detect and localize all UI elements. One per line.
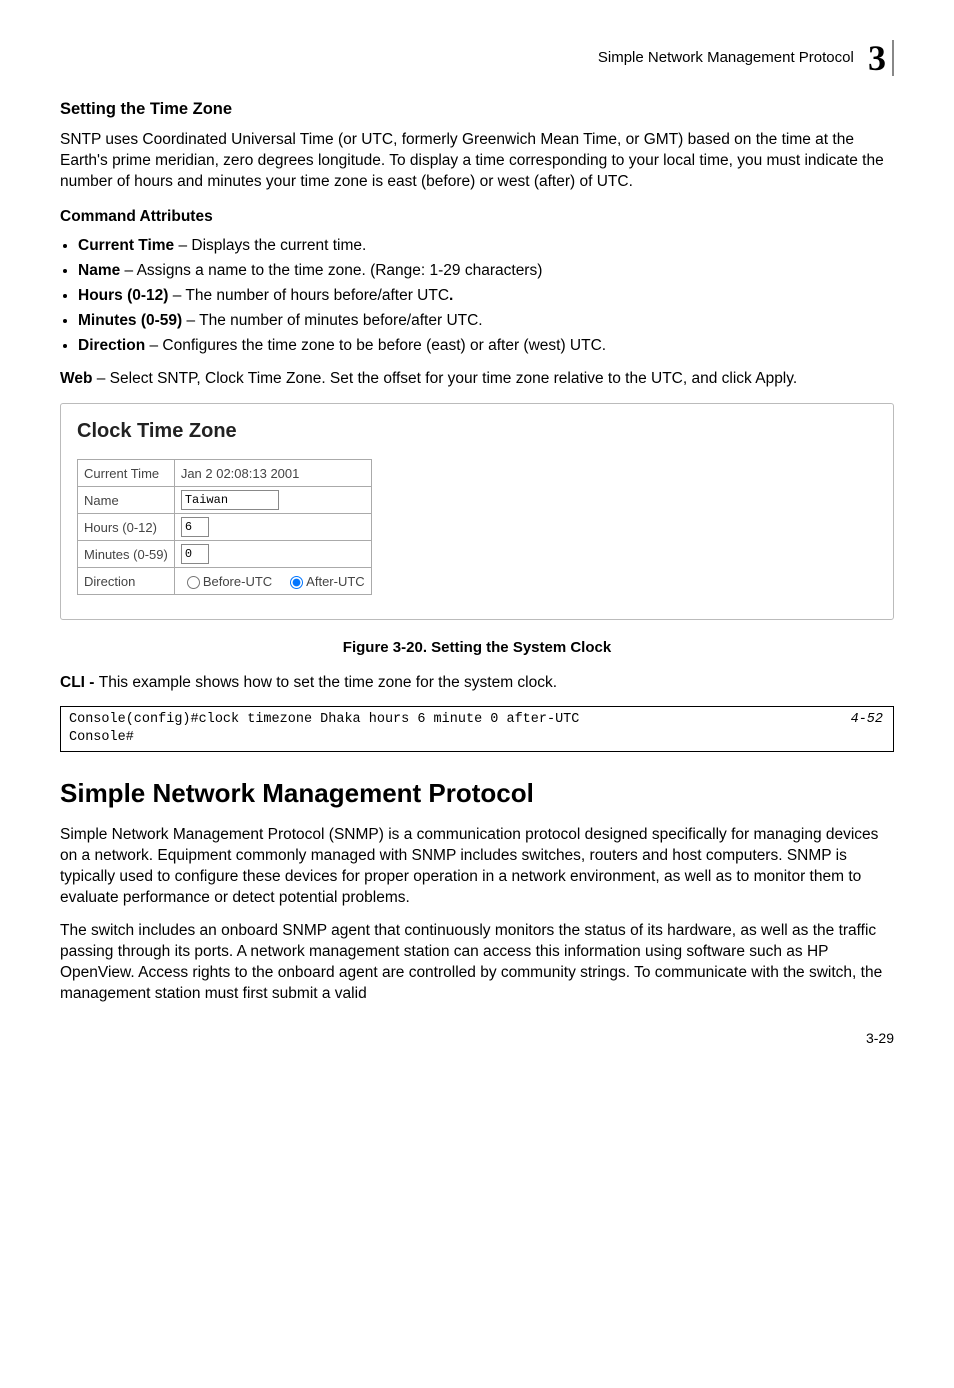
- hours-value-cell: [174, 514, 371, 541]
- name-label: Name: [78, 487, 175, 514]
- snmp-paragraph-1: Simple Network Management Protocol (SNMP…: [60, 825, 894, 909]
- snmp-paragraph-2: The switch includes an onboard SNMP agen…: [60, 921, 894, 1005]
- list-item: Minutes (0-59) – The number of minutes b…: [78, 311, 894, 332]
- attr-name: Current Time: [78, 237, 174, 254]
- list-item: Name – Assigns a name to the time zone. …: [78, 261, 894, 282]
- setting-time-zone-heading: Setting the Time Zone: [60, 98, 894, 120]
- current-time-label: Current Time: [78, 460, 175, 487]
- command-attributes-heading: Command Attributes: [60, 207, 894, 228]
- cli-instruction: CLI - This example shows how to set the …: [60, 673, 894, 694]
- attr-name: Hours (0-12): [78, 287, 168, 304]
- cli-prefix: CLI -: [60, 674, 99, 691]
- cli-text: This example shows how to set the time z…: [99, 674, 557, 691]
- table-row: Current Time Jan 2 02:08:13 2001: [78, 460, 372, 487]
- snmp-section-heading: Simple Network Management Protocol: [60, 776, 894, 811]
- hours-label: Hours (0-12): [78, 514, 175, 541]
- attr-desc: – Configures the time zone to be before …: [145, 337, 606, 354]
- after-utc-radio[interactable]: [290, 576, 303, 589]
- attr-name: Direction: [78, 337, 145, 354]
- chapter-number-badge: 3: [868, 40, 894, 76]
- attr-name: Name: [78, 262, 120, 279]
- minutes-input[interactable]: [181, 544, 209, 564]
- name-input[interactable]: [181, 490, 279, 510]
- code-line-2: Console#: [69, 730, 134, 745]
- direction-label: Direction: [78, 568, 175, 595]
- current-time-value: Jan 2 02:08:13 2001: [174, 460, 371, 487]
- intro-paragraph: SNTP uses Coordinated Universal Time (or…: [60, 130, 894, 193]
- figure-caption: Figure 3-20. Setting the System Clock: [60, 638, 894, 658]
- before-utc-cell: Before-UTC: [174, 568, 278, 595]
- clock-time-zone-panel: Clock Time Zone Current Time Jan 2 02:08…: [60, 403, 894, 620]
- list-item: Current Time – Displays the current time…: [78, 236, 894, 257]
- web-desc: – Select SNTP, Clock Time Zone. Set the …: [92, 370, 797, 387]
- attr-desc: – Displays the current time.: [174, 237, 366, 254]
- minutes-value-cell: [174, 541, 371, 568]
- after-utc-label: After-UTC: [306, 574, 365, 589]
- table-row: Direction Before-UTC After-UTC: [78, 568, 372, 595]
- page-number: 3-29: [60, 1029, 894, 1048]
- list-item: Direction – Configures the time zone to …: [78, 336, 894, 357]
- before-utc-label: Before-UTC: [203, 574, 272, 589]
- clock-form-table: Current Time Jan 2 02:08:13 2001 Name Ho…: [77, 459, 372, 595]
- table-row: Minutes (0-59): [78, 541, 372, 568]
- minutes-label: Minutes (0-59): [78, 541, 175, 568]
- page-header: Simple Network Management Protocol 3: [60, 40, 894, 76]
- attr-desc: – The number of minutes before/after UTC…: [182, 312, 482, 329]
- before-utc-radio[interactable]: [187, 576, 200, 589]
- hours-input[interactable]: [181, 517, 209, 537]
- after-utc-cell: After-UTC: [278, 568, 371, 595]
- list-item: Hours (0-12) – The number of hours befor…: [78, 286, 894, 307]
- cli-code-block: Console(config)#clock timezone Dhaka hou…: [60, 706, 894, 752]
- code-line-1: Console(config)#clock timezone Dhaka hou…: [69, 712, 579, 727]
- name-value-cell: [174, 487, 371, 514]
- attribute-list: Current Time – Displays the current time…: [60, 236, 894, 357]
- running-header-text: Simple Network Management Protocol: [598, 48, 854, 68]
- panel-title: Clock Time Zone: [77, 418, 877, 445]
- code-page-ref: 4-52: [851, 711, 883, 729]
- attr-name: Minutes (0-59): [78, 312, 182, 329]
- web-instruction: Web – Select SNTP, Clock Time Zone. Set …: [60, 369, 894, 390]
- table-row: Name: [78, 487, 372, 514]
- attr-desc: – The number of hours before/after UTC: [168, 287, 449, 304]
- web-prefix: Web: [60, 370, 92, 387]
- table-row: Hours (0-12): [78, 514, 372, 541]
- attr-desc: – Assigns a name to the time zone. (Rang…: [120, 262, 542, 279]
